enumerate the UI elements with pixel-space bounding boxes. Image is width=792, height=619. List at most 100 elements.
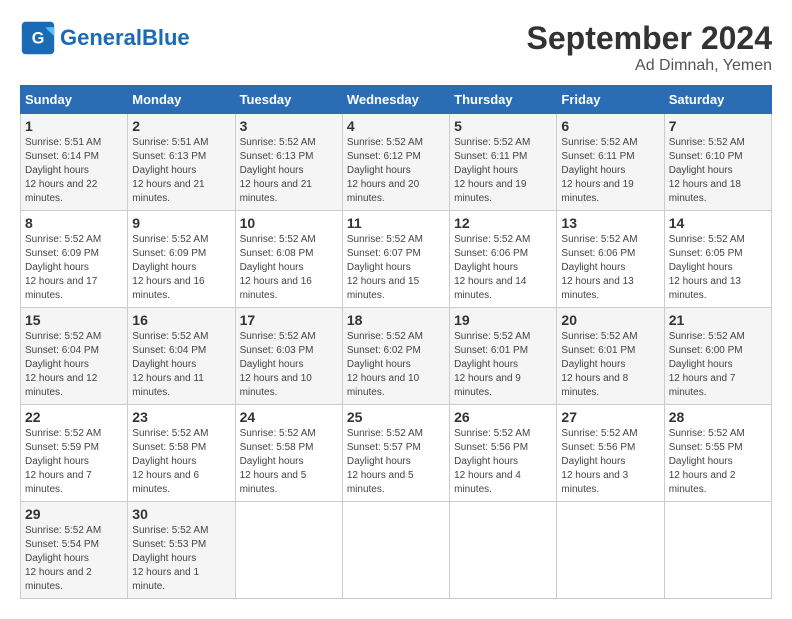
day-info: Sunrise: 5:52 AM Sunset: 5:55 PM Dayligh…: [669, 427, 767, 497]
calendar-row: 1 Sunrise: 5:51 AM Sunset: 6:14 PM Dayli…: [21, 114, 772, 211]
calendar-cell: 17 Sunrise: 5:52 AM Sunset: 6:03 PM Dayl…: [235, 308, 342, 405]
title-block: September 2024 Ad Dimnah, Yemen: [527, 20, 772, 75]
day-info: Sunrise: 5:52 AM Sunset: 6:13 PM Dayligh…: [240, 136, 338, 206]
calendar-cell: 11 Sunrise: 5:52 AM Sunset: 6:07 PM Dayl…: [342, 211, 449, 308]
calendar-cell: 21 Sunrise: 5:52 AM Sunset: 6:00 PM Dayl…: [664, 308, 771, 405]
day-number: 26: [454, 409, 552, 425]
day-info: Sunrise: 5:52 AM Sunset: 6:09 PM Dayligh…: [25, 233, 123, 303]
day-info: Sunrise: 5:52 AM Sunset: 6:12 PM Dayligh…: [347, 136, 445, 206]
calendar-cell: 10 Sunrise: 5:52 AM Sunset: 6:08 PM Dayl…: [235, 211, 342, 308]
header-saturday: Saturday: [664, 86, 771, 114]
calendar-cell: 2 Sunrise: 5:51 AM Sunset: 6:13 PM Dayli…: [128, 114, 235, 211]
day-info: Sunrise: 5:52 AM Sunset: 6:03 PM Dayligh…: [240, 330, 338, 400]
calendar-cell: 7 Sunrise: 5:52 AM Sunset: 6:10 PM Dayli…: [664, 114, 771, 211]
calendar-cell: [557, 502, 664, 599]
logo-general: General: [60, 25, 142, 50]
day-info: Sunrise: 5:52 AM Sunset: 6:07 PM Dayligh…: [347, 233, 445, 303]
day-info: Sunrise: 5:52 AM Sunset: 5:58 PM Dayligh…: [132, 427, 230, 497]
calendar-cell: 5 Sunrise: 5:52 AM Sunset: 6:11 PM Dayli…: [450, 114, 557, 211]
calendar-row: 8 Sunrise: 5:52 AM Sunset: 6:09 PM Dayli…: [21, 211, 772, 308]
day-info: Sunrise: 5:52 AM Sunset: 6:11 PM Dayligh…: [561, 136, 659, 206]
day-number: 18: [347, 312, 445, 328]
day-number: 4: [347, 118, 445, 134]
calendar-row: 22 Sunrise: 5:52 AM Sunset: 5:59 PM Dayl…: [21, 405, 772, 502]
calendar-table: Sunday Monday Tuesday Wednesday Thursday…: [20, 85, 772, 599]
day-info: Sunrise: 5:52 AM Sunset: 6:04 PM Dayligh…: [132, 330, 230, 400]
day-number: 2: [132, 118, 230, 134]
header-thursday: Thursday: [450, 86, 557, 114]
day-number: 6: [561, 118, 659, 134]
day-number: 25: [347, 409, 445, 425]
calendar-cell: 22 Sunrise: 5:52 AM Sunset: 5:59 PM Dayl…: [21, 405, 128, 502]
day-info: Sunrise: 5:52 AM Sunset: 6:05 PM Dayligh…: [669, 233, 767, 303]
calendar-cell: 28 Sunrise: 5:52 AM Sunset: 5:55 PM Dayl…: [664, 405, 771, 502]
day-info: Sunrise: 5:52 AM Sunset: 6:01 PM Dayligh…: [561, 330, 659, 400]
calendar-cell: 13 Sunrise: 5:52 AM Sunset: 6:06 PM Dayl…: [557, 211, 664, 308]
day-number: 19: [454, 312, 552, 328]
day-number: 13: [561, 215, 659, 231]
day-number: 28: [669, 409, 767, 425]
logo-blue: Blue: [142, 25, 190, 50]
day-number: 11: [347, 215, 445, 231]
day-info: Sunrise: 5:52 AM Sunset: 6:00 PM Dayligh…: [669, 330, 767, 400]
calendar-row: 15 Sunrise: 5:52 AM Sunset: 6:04 PM Dayl…: [21, 308, 772, 405]
day-number: 16: [132, 312, 230, 328]
day-number: 9: [132, 215, 230, 231]
day-info: Sunrise: 5:52 AM Sunset: 6:09 PM Dayligh…: [132, 233, 230, 303]
header-monday: Monday: [128, 86, 235, 114]
calendar-cell: 23 Sunrise: 5:52 AM Sunset: 5:58 PM Dayl…: [128, 405, 235, 502]
day-number: 21: [669, 312, 767, 328]
day-number: 23: [132, 409, 230, 425]
calendar-cell: 30 Sunrise: 5:52 AM Sunset: 5:53 PM Dayl…: [128, 502, 235, 599]
calendar-cell: 26 Sunrise: 5:52 AM Sunset: 5:56 PM Dayl…: [450, 405, 557, 502]
calendar-cell: 1 Sunrise: 5:51 AM Sunset: 6:14 PM Dayli…: [21, 114, 128, 211]
day-info: Sunrise: 5:52 AM Sunset: 6:06 PM Dayligh…: [561, 233, 659, 303]
day-info: Sunrise: 5:52 AM Sunset: 6:10 PM Dayligh…: [669, 136, 767, 206]
day-info: Sunrise: 5:52 AM Sunset: 6:01 PM Dayligh…: [454, 330, 552, 400]
day-info: Sunrise: 5:51 AM Sunset: 6:14 PM Dayligh…: [25, 136, 123, 206]
calendar-cell: 4 Sunrise: 5:52 AM Sunset: 6:12 PM Dayli…: [342, 114, 449, 211]
day-info: Sunrise: 5:52 AM Sunset: 5:56 PM Dayligh…: [561, 427, 659, 497]
logo: G GeneralBlue: [20, 20, 190, 56]
calendar-cell: 18 Sunrise: 5:52 AM Sunset: 6:02 PM Dayl…: [342, 308, 449, 405]
day-info: Sunrise: 5:52 AM Sunset: 6:06 PM Dayligh…: [454, 233, 552, 303]
logo-icon: G: [20, 20, 56, 56]
day-info: Sunrise: 5:52 AM Sunset: 5:59 PM Dayligh…: [25, 427, 123, 497]
calendar-cell: 3 Sunrise: 5:52 AM Sunset: 6:13 PM Dayli…: [235, 114, 342, 211]
day-info: Sunrise: 5:52 AM Sunset: 5:58 PM Dayligh…: [240, 427, 338, 497]
day-info: Sunrise: 5:52 AM Sunset: 6:02 PM Dayligh…: [347, 330, 445, 400]
day-number: 27: [561, 409, 659, 425]
calendar-cell: 16 Sunrise: 5:52 AM Sunset: 6:04 PM Dayl…: [128, 308, 235, 405]
day-info: Sunrise: 5:52 AM Sunset: 5:57 PM Dayligh…: [347, 427, 445, 497]
day-number: 14: [669, 215, 767, 231]
calendar-cell: 14 Sunrise: 5:52 AM Sunset: 6:05 PM Dayl…: [664, 211, 771, 308]
location: Ad Dimnah, Yemen: [527, 57, 772, 75]
calendar-cell: 19 Sunrise: 5:52 AM Sunset: 6:01 PM Dayl…: [450, 308, 557, 405]
day-number: 10: [240, 215, 338, 231]
day-number: 5: [454, 118, 552, 134]
day-info: Sunrise: 5:52 AM Sunset: 5:54 PM Dayligh…: [25, 524, 123, 594]
page-header: G GeneralBlue September 2024 Ad Dimnah, …: [20, 20, 772, 75]
calendar-cell: 27 Sunrise: 5:52 AM Sunset: 5:56 PM Dayl…: [557, 405, 664, 502]
day-number: 1: [25, 118, 123, 134]
svg-text:G: G: [32, 29, 45, 47]
calendar-cell: [450, 502, 557, 599]
day-info: Sunrise: 5:52 AM Sunset: 6:08 PM Dayligh…: [240, 233, 338, 303]
day-number: 22: [25, 409, 123, 425]
day-number: 8: [25, 215, 123, 231]
header-row: Sunday Monday Tuesday Wednesday Thursday…: [21, 86, 772, 114]
day-number: 24: [240, 409, 338, 425]
calendar-row: 29 Sunrise: 5:52 AM Sunset: 5:54 PM Dayl…: [21, 502, 772, 599]
calendar-cell: 6 Sunrise: 5:52 AM Sunset: 6:11 PM Dayli…: [557, 114, 664, 211]
calendar-cell: 24 Sunrise: 5:52 AM Sunset: 5:58 PM Dayl…: [235, 405, 342, 502]
day-info: Sunrise: 5:52 AM Sunset: 6:11 PM Dayligh…: [454, 136, 552, 206]
calendar-cell: [664, 502, 771, 599]
day-info: Sunrise: 5:52 AM Sunset: 6:04 PM Dayligh…: [25, 330, 123, 400]
header-wednesday: Wednesday: [342, 86, 449, 114]
calendar-cell: 25 Sunrise: 5:52 AM Sunset: 5:57 PM Dayl…: [342, 405, 449, 502]
day-number: 7: [669, 118, 767, 134]
day-number: 15: [25, 312, 123, 328]
day-number: 20: [561, 312, 659, 328]
calendar-cell: 12 Sunrise: 5:52 AM Sunset: 6:06 PM Dayl…: [450, 211, 557, 308]
calendar-cell: [342, 502, 449, 599]
